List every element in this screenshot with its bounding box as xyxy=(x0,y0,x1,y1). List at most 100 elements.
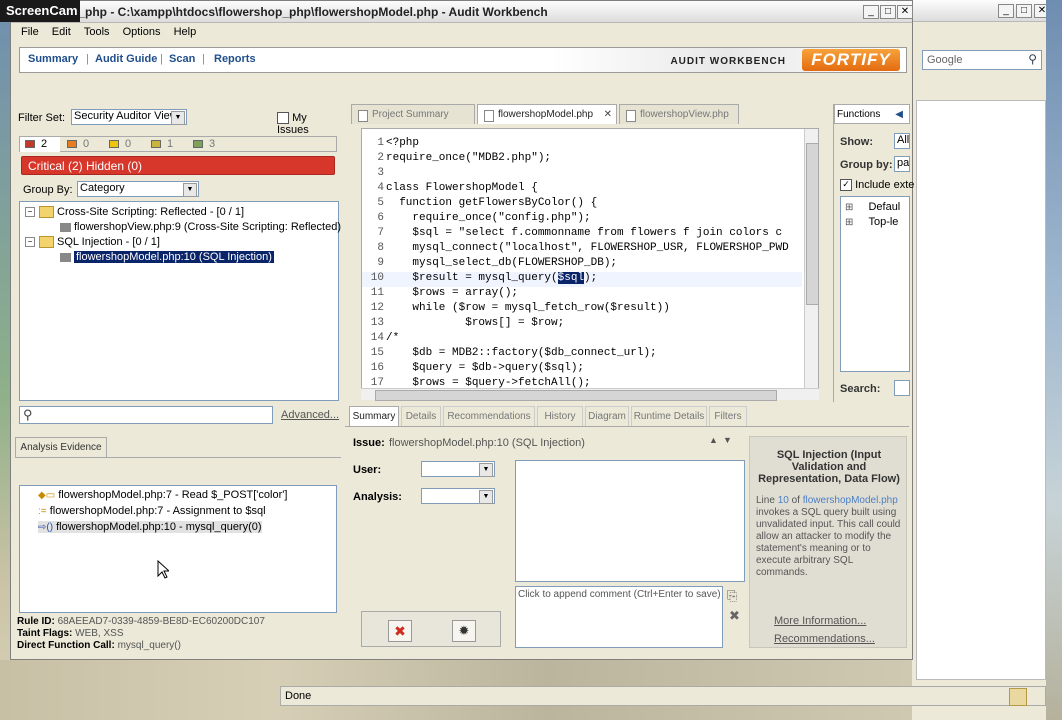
more-information-link[interactable]: More Information... xyxy=(774,615,866,627)
function-search-input[interactable] xyxy=(894,380,910,396)
severity-critical-count: 2 xyxy=(41,138,48,150)
line-number: 3 xyxy=(377,167,384,179)
tree-issue-xss[interactable]: flowershopView.php:9 (Cross-Site Scripti… xyxy=(60,221,341,233)
tab-analysis-evidence[interactable]: Analysis Evidence xyxy=(15,437,107,457)
scrollbar-thumb[interactable] xyxy=(375,390,777,401)
expand-icon[interactable]: ⊞ xyxy=(845,202,853,213)
group-by-label-fn: Group by: xyxy=(840,159,893,171)
expand-icon[interactable]: ⊞ xyxy=(845,217,853,228)
recommendations-link[interactable]: Recommendations... xyxy=(774,633,875,645)
nav-reports[interactable]: Reports xyxy=(214,53,256,65)
tree-category-sqli[interactable]: − SQL Injection - [0 / 1] xyxy=(25,236,160,249)
file-link[interactable]: flowershopModel.php xyxy=(803,495,898,506)
tab-runtime-details[interactable]: Runtime Details xyxy=(631,406,707,426)
collapse-icon[interactable]: − xyxy=(25,207,35,218)
severity-low-tab[interactable]: 1 xyxy=(146,137,186,152)
issue-icon xyxy=(60,252,71,262)
line-number: 15 xyxy=(370,347,384,359)
next-issue-icon[interactable]: ▼ xyxy=(723,435,732,445)
line-link[interactable]: 10 xyxy=(778,495,789,506)
collapse-icon[interactable]: − xyxy=(25,237,35,248)
tab-details[interactable]: Details xyxy=(401,406,441,426)
severity-high-tab[interactable]: 0 xyxy=(62,137,102,152)
checkbox-icon[interactable] xyxy=(277,112,289,125)
tree-category-xss[interactable]: − Cross-Site Scripting: Reflected - [0 / … xyxy=(25,206,244,219)
tab-filters[interactable]: Filters xyxy=(709,406,747,426)
evidence-item-sink[interactable]: ⇨() flowershopModel.php:10 - mysql_query… xyxy=(38,521,262,533)
tab-diagram[interactable]: Diagram xyxy=(585,406,629,426)
add-comment-icon[interactable]: ⎘ xyxy=(727,588,737,604)
filter-set-value: Security Auditor View xyxy=(74,110,178,122)
group-by-select[interactable]: Category ▼ xyxy=(77,181,199,197)
menu-help[interactable]: Help xyxy=(174,26,197,38)
issue-search-input[interactable]: ⚲ xyxy=(19,406,273,424)
line-number: 11 xyxy=(370,287,384,299)
functions-tree-default[interactable]: ⊞ Defaul xyxy=(845,201,900,213)
checkbox-checked-icon[interactable]: ✓ xyxy=(840,179,852,192)
include-external-toggle[interactable]: ✓ Include exte xyxy=(840,179,914,192)
tree-issue-sqli[interactable]: flowershopModel.php:10 (SQL Injection) xyxy=(60,251,274,263)
menu-options[interactable]: Options xyxy=(123,26,161,38)
maximize-icon[interactable]: □ xyxy=(880,5,896,19)
browser-maximize-icon[interactable]: □ xyxy=(1016,4,1032,18)
issues-tree: − Cross-Site Scripting: Reflected - [0 / … xyxy=(19,201,341,401)
tab-flowershopmodel[interactable]: flowershopModel.php ✕ xyxy=(477,104,617,124)
tab-recommendations[interactable]: Recommendations xyxy=(443,406,535,426)
perspective-nav: Summary | Audit Guide | Scan | Reports A… xyxy=(19,47,907,73)
file-bug-button[interactable]: ✹ xyxy=(452,620,476,642)
search-icon[interactable]: ⚲ xyxy=(1028,52,1037,66)
nav-summary[interactable]: Summary xyxy=(28,53,78,65)
browser-search-input[interactable]: Google ⚲ xyxy=(922,50,1042,70)
minimize-icon[interactable]: _ xyxy=(863,5,879,19)
rule-id-label: Rule ID: xyxy=(17,616,55,627)
file-icon xyxy=(358,110,368,122)
evidence-item-assign[interactable]: := flowershopModel.php:7 - Assignment to… xyxy=(38,505,266,517)
desktop-background-right xyxy=(1046,0,1062,720)
tab-history[interactable]: History xyxy=(537,406,583,426)
user-select[interactable]: ▼ xyxy=(421,461,495,477)
tab-project-summary[interactable]: Project Summary xyxy=(351,104,475,124)
comment-input[interactable]: Click to append comment (Ctrl+Enter to s… xyxy=(515,586,723,648)
line-number: 10 xyxy=(370,272,384,284)
severity-all-tab[interactable]: 3 xyxy=(188,137,228,152)
desktop-background-left xyxy=(0,0,10,720)
menu-file[interactable]: File xyxy=(21,26,39,38)
delete-comment-icon[interactable]: ✖ xyxy=(729,608,740,624)
previous-issue-icon[interactable]: ▲ xyxy=(709,435,718,445)
collapse-panel-icon[interactable]: ◀ xyxy=(895,105,903,125)
code-text: mysql_select_db(FLOWERSHOP_DB); xyxy=(386,257,618,269)
menu-edit[interactable]: Edit xyxy=(52,26,71,38)
scrollbar-thumb[interactable] xyxy=(806,143,819,305)
severity-medium-swatch xyxy=(109,140,119,148)
tab-summary[interactable]: Summary xyxy=(349,406,399,426)
browser-minimize-icon[interactable]: _ xyxy=(998,4,1014,18)
severity-medium-tab[interactable]: 0 xyxy=(104,137,144,152)
filter-set-select[interactable]: Security Auditor View ▼ xyxy=(71,109,187,125)
analysis-select[interactable]: ▼ xyxy=(421,488,495,504)
code-vertical-scrollbar[interactable] xyxy=(804,129,819,389)
code-area[interactable]: 1 <?php 2 require_once("MDB2.php"); 3 4 class … xyxy=(361,128,819,390)
show-label: Show: xyxy=(840,136,873,148)
show-select[interactable]: All xyxy=(894,133,910,149)
mouse-cursor-icon xyxy=(157,560,169,579)
line-number: 2 xyxy=(377,152,384,164)
code-text: while ($row = mysql_fetch_row($result)) xyxy=(386,302,670,314)
menu-tools[interactable]: Tools xyxy=(84,26,110,38)
issue-description-sidebar: SQL Injection (Input Validation and Repr… xyxy=(749,436,907,648)
severity-critical-tab[interactable]: 2 xyxy=(20,137,60,152)
evidence-item-label: flowershopModel.php:7 - Assignment to $s… xyxy=(49,505,266,517)
my-issues-toggle[interactable]: My Issues xyxy=(277,112,341,136)
functions-tree-toplevel[interactable]: ⊞ Top-le xyxy=(845,216,898,228)
tab-flowershopview[interactable]: flowershopView.php xyxy=(619,104,739,124)
advanced-link[interactable]: Advanced... xyxy=(281,409,339,421)
nav-audit-guide[interactable]: Audit Guide xyxy=(95,53,157,65)
nav-scan[interactable]: Scan xyxy=(169,53,195,65)
close-icon[interactable]: ✕ xyxy=(897,5,913,19)
code-horizontal-scrollbar[interactable] xyxy=(361,388,819,401)
suppress-issue-button[interactable]: ✖ xyxy=(388,620,412,642)
group-by-select-fn[interactable]: pac xyxy=(894,156,910,172)
close-tab-icon[interactable]: ✕ xyxy=(604,105,612,125)
filter-set-label: Filter Set: xyxy=(18,112,66,124)
tab-functions[interactable]: Functions ◀ xyxy=(834,104,910,124)
evidence-item-read[interactable]: ◆▭ flowershopModel.php:7 - Read $_POST['… xyxy=(38,489,287,501)
